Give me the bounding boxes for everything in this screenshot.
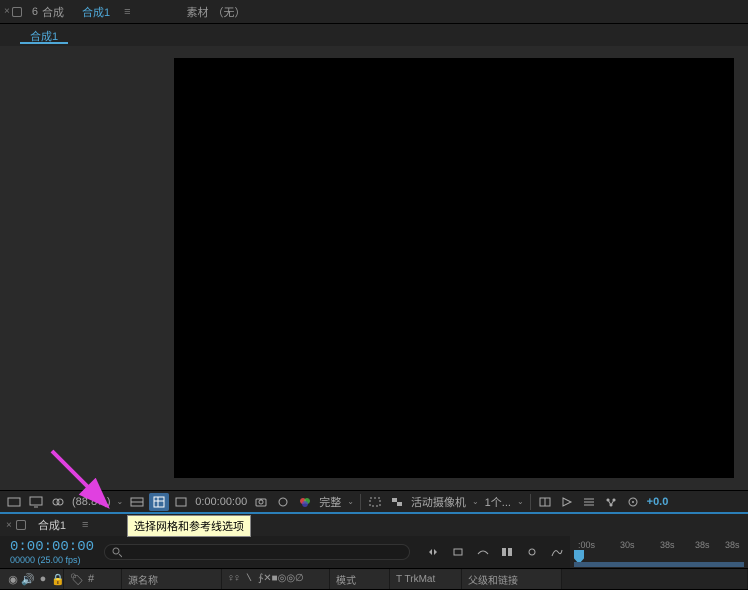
mask-icon[interactable] bbox=[48, 493, 68, 511]
timeline-column-headers: ◉ 🔊 ● 🔒 🏷 # 源名称 ♀♀ \ ∱✕■◎◎∅ 模式 T TrkMat … bbox=[0, 568, 748, 590]
timeline-menu-icon[interactable]: ≡ bbox=[78, 519, 92, 531]
parent-column[interactable]: 父级和链接 bbox=[462, 569, 562, 589]
mask-visibility-icon[interactable] bbox=[171, 493, 191, 511]
zoom-dropdown-icon[interactable]: ⌄ bbox=[115, 497, 126, 506]
timeline-tab[interactable]: 合成1 bbox=[30, 515, 74, 535]
preview-area[interactable] bbox=[0, 46, 748, 490]
shy-icon[interactable] bbox=[473, 543, 492, 561]
active-composition-tab[interactable]: 合成1 bbox=[74, 1, 118, 23]
timeline-header-mid bbox=[420, 536, 570, 568]
composition-breadcrumb: 合成1 bbox=[0, 24, 748, 46]
time-ruler[interactable]: :00s 30s 38s 38s 38s bbox=[570, 536, 748, 568]
resolution-button-icon[interactable] bbox=[127, 493, 147, 511]
video-column-icon[interactable]: ◉ bbox=[6, 572, 20, 586]
close-panel-icon[interactable]: × bbox=[4, 6, 10, 17]
panel-marker-icon bbox=[12, 7, 22, 17]
composition-panel-tabs: × 6 合成 合成1 ≡ 素材 （无） bbox=[0, 0, 748, 24]
tab-label: 合成 bbox=[42, 4, 64, 20]
grid-guides-button[interactable] bbox=[149, 493, 169, 511]
footage-label: 素材 bbox=[187, 4, 209, 20]
footage-value: （无） bbox=[213, 4, 246, 20]
ruler-tick: 38s bbox=[660, 540, 675, 550]
transparency-grid-icon[interactable] bbox=[387, 493, 407, 511]
draft3d-icon[interactable] bbox=[449, 543, 468, 561]
timeline-ruler-area[interactable]: :00s 30s 38s 38s 38s bbox=[570, 536, 748, 568]
show-snapshot-icon[interactable] bbox=[273, 493, 293, 511]
pixel-aspect-icon[interactable] bbox=[535, 493, 555, 511]
work-area-bar[interactable] bbox=[574, 562, 744, 567]
tooltip: 选择网格和参考线选项 bbox=[127, 515, 251, 537]
ruler-tick: 38s bbox=[725, 540, 740, 550]
camera-dropdown-icon[interactable]: ⌄ bbox=[470, 497, 481, 506]
channel-icon[interactable] bbox=[295, 493, 315, 511]
search-icon bbox=[111, 546, 122, 558]
footage-tab[interactable]: 素材 （无） bbox=[179, 1, 254, 23]
fast-preview-icon[interactable] bbox=[557, 493, 577, 511]
frame-info: 00000 (25.00 fps) bbox=[10, 555, 94, 565]
layer-search[interactable] bbox=[104, 544, 410, 560]
tab-menu-icon[interactable]: ≡ bbox=[120, 6, 134, 18]
monitor-icon[interactable] bbox=[26, 493, 46, 511]
source-name-column[interactable]: 源名称 bbox=[122, 569, 222, 589]
solo-column-icon[interactable]: ● bbox=[36, 572, 50, 586]
timeline-icon[interactable] bbox=[579, 493, 599, 511]
current-time[interactable]: 0:00:00:00 bbox=[193, 496, 249, 508]
composition-preview bbox=[174, 58, 734, 478]
resolution-dropdown-icon[interactable]: ⌄ bbox=[345, 497, 356, 506]
views-dropdown-icon[interactable]: ⌄ bbox=[515, 497, 526, 506]
current-timecode[interactable]: 0:00:00:00 bbox=[10, 539, 94, 555]
number-column-icon[interactable]: # bbox=[84, 572, 98, 586]
audio-column-icon[interactable]: 🔊 bbox=[21, 572, 35, 586]
lock-column-icon[interactable]: 🔒 bbox=[51, 572, 65, 586]
snapshot-icon[interactable] bbox=[251, 493, 271, 511]
graph-editor-icon[interactable] bbox=[547, 543, 566, 561]
flowchart-icon[interactable] bbox=[601, 493, 621, 511]
breadcrumb-item[interactable]: 合成1 bbox=[20, 26, 68, 44]
ruler-tick: :00s bbox=[578, 540, 595, 550]
label-column-icon[interactable]: 🏷 bbox=[70, 572, 84, 586]
mode-column[interactable]: 模式 bbox=[330, 569, 390, 589]
composition-viewer bbox=[0, 46, 748, 490]
ruler-tick: 38s bbox=[695, 540, 710, 550]
composition-tab-prefix[interactable]: 6 合成 bbox=[24, 1, 72, 23]
timeline-tabs: × 合成1 ≡ 选择网格和参考线选项 bbox=[0, 514, 748, 536]
frame-blend-icon[interactable] bbox=[498, 543, 517, 561]
exposure-value[interactable]: +0.0 bbox=[645, 496, 671, 508]
ruler-tick: 30s bbox=[620, 540, 635, 550]
viewer-toolbar: (88.8%) ⌄ 0:00:00:00 完整 ⌄ 活动摄像机 ⌄ 1个... … bbox=[0, 490, 748, 514]
always-preview-icon[interactable] bbox=[4, 493, 24, 511]
camera-label[interactable]: 活动摄像机 bbox=[409, 494, 468, 510]
reset-exposure-icon[interactable] bbox=[623, 493, 643, 511]
timeline-header-left: 0:00:00:00 00000 (25.00 fps) bbox=[0, 536, 420, 568]
timeline-close-icon[interactable]: × bbox=[6, 520, 12, 531]
resolution-label[interactable]: 完整 bbox=[317, 494, 343, 510]
search-input[interactable] bbox=[126, 546, 403, 558]
motion-blur-icon[interactable] bbox=[523, 543, 542, 561]
comp-mini-flowchart-icon[interactable] bbox=[424, 543, 443, 561]
roi-icon[interactable] bbox=[365, 493, 385, 511]
timeline-track-area[interactable] bbox=[562, 569, 748, 589]
timeline-marker-icon bbox=[16, 520, 26, 530]
trkmat-column[interactable]: T TrkMat bbox=[390, 569, 462, 589]
timeline-panel: × 合成1 ≡ 选择网格和参考线选项 0:00:00:00 00000 (25.… bbox=[0, 514, 748, 590]
views-label[interactable]: 1个... bbox=[483, 494, 513, 510]
zoom-level[interactable]: (88.8%) bbox=[70, 496, 113, 508]
switches-column[interactable]: ♀♀ \ ∱✕■◎◎∅ bbox=[222, 569, 330, 589]
timeline-header: 0:00:00:00 00000 (25.00 fps) :00s 30s 38… bbox=[0, 536, 748, 568]
